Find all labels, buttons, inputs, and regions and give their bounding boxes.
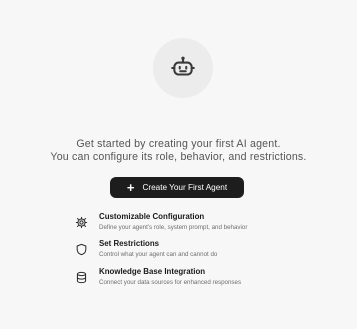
database-icon bbox=[72, 268, 90, 286]
intro-line-2: You can configure its role, behavior, an… bbox=[50, 151, 307, 163]
feature-description: Define your agent's role, system prompt,… bbox=[99, 224, 248, 231]
feature-set-restrictions: Set Restrictions Control what your agent… bbox=[72, 239, 342, 261]
robot-avatar bbox=[153, 38, 213, 98]
feature-title: Customizable Configuration bbox=[99, 212, 205, 221]
gear-icon bbox=[72, 213, 90, 231]
feature-description: Connect your data sources for enhanced r… bbox=[99, 279, 242, 286]
feature-customizable-configuration: Customizable Configuration Define your a… bbox=[72, 212, 342, 234]
create-button-label: Create Your First Agent bbox=[142, 183, 228, 192]
intro-line-1: Get started by creating your first AI ag… bbox=[76, 138, 281, 150]
empty-state-panel: Get started by creating your first AI ag… bbox=[0, 0, 357, 329]
shield-icon bbox=[72, 240, 90, 258]
feature-description: Control what your agent can and cannot d… bbox=[99, 251, 218, 258]
feature-knowledge-base-integration: Knowledge Base Integration Connect your … bbox=[72, 267, 342, 289]
create-first-agent-button[interactable]: + Create Your First Agent bbox=[110, 177, 244, 198]
feature-title: Set Restrictions bbox=[99, 239, 160, 248]
robot-icon bbox=[170, 55, 196, 81]
feature-title: Knowledge Base Integration bbox=[99, 267, 206, 276]
plus-icon: + bbox=[126, 179, 135, 195]
